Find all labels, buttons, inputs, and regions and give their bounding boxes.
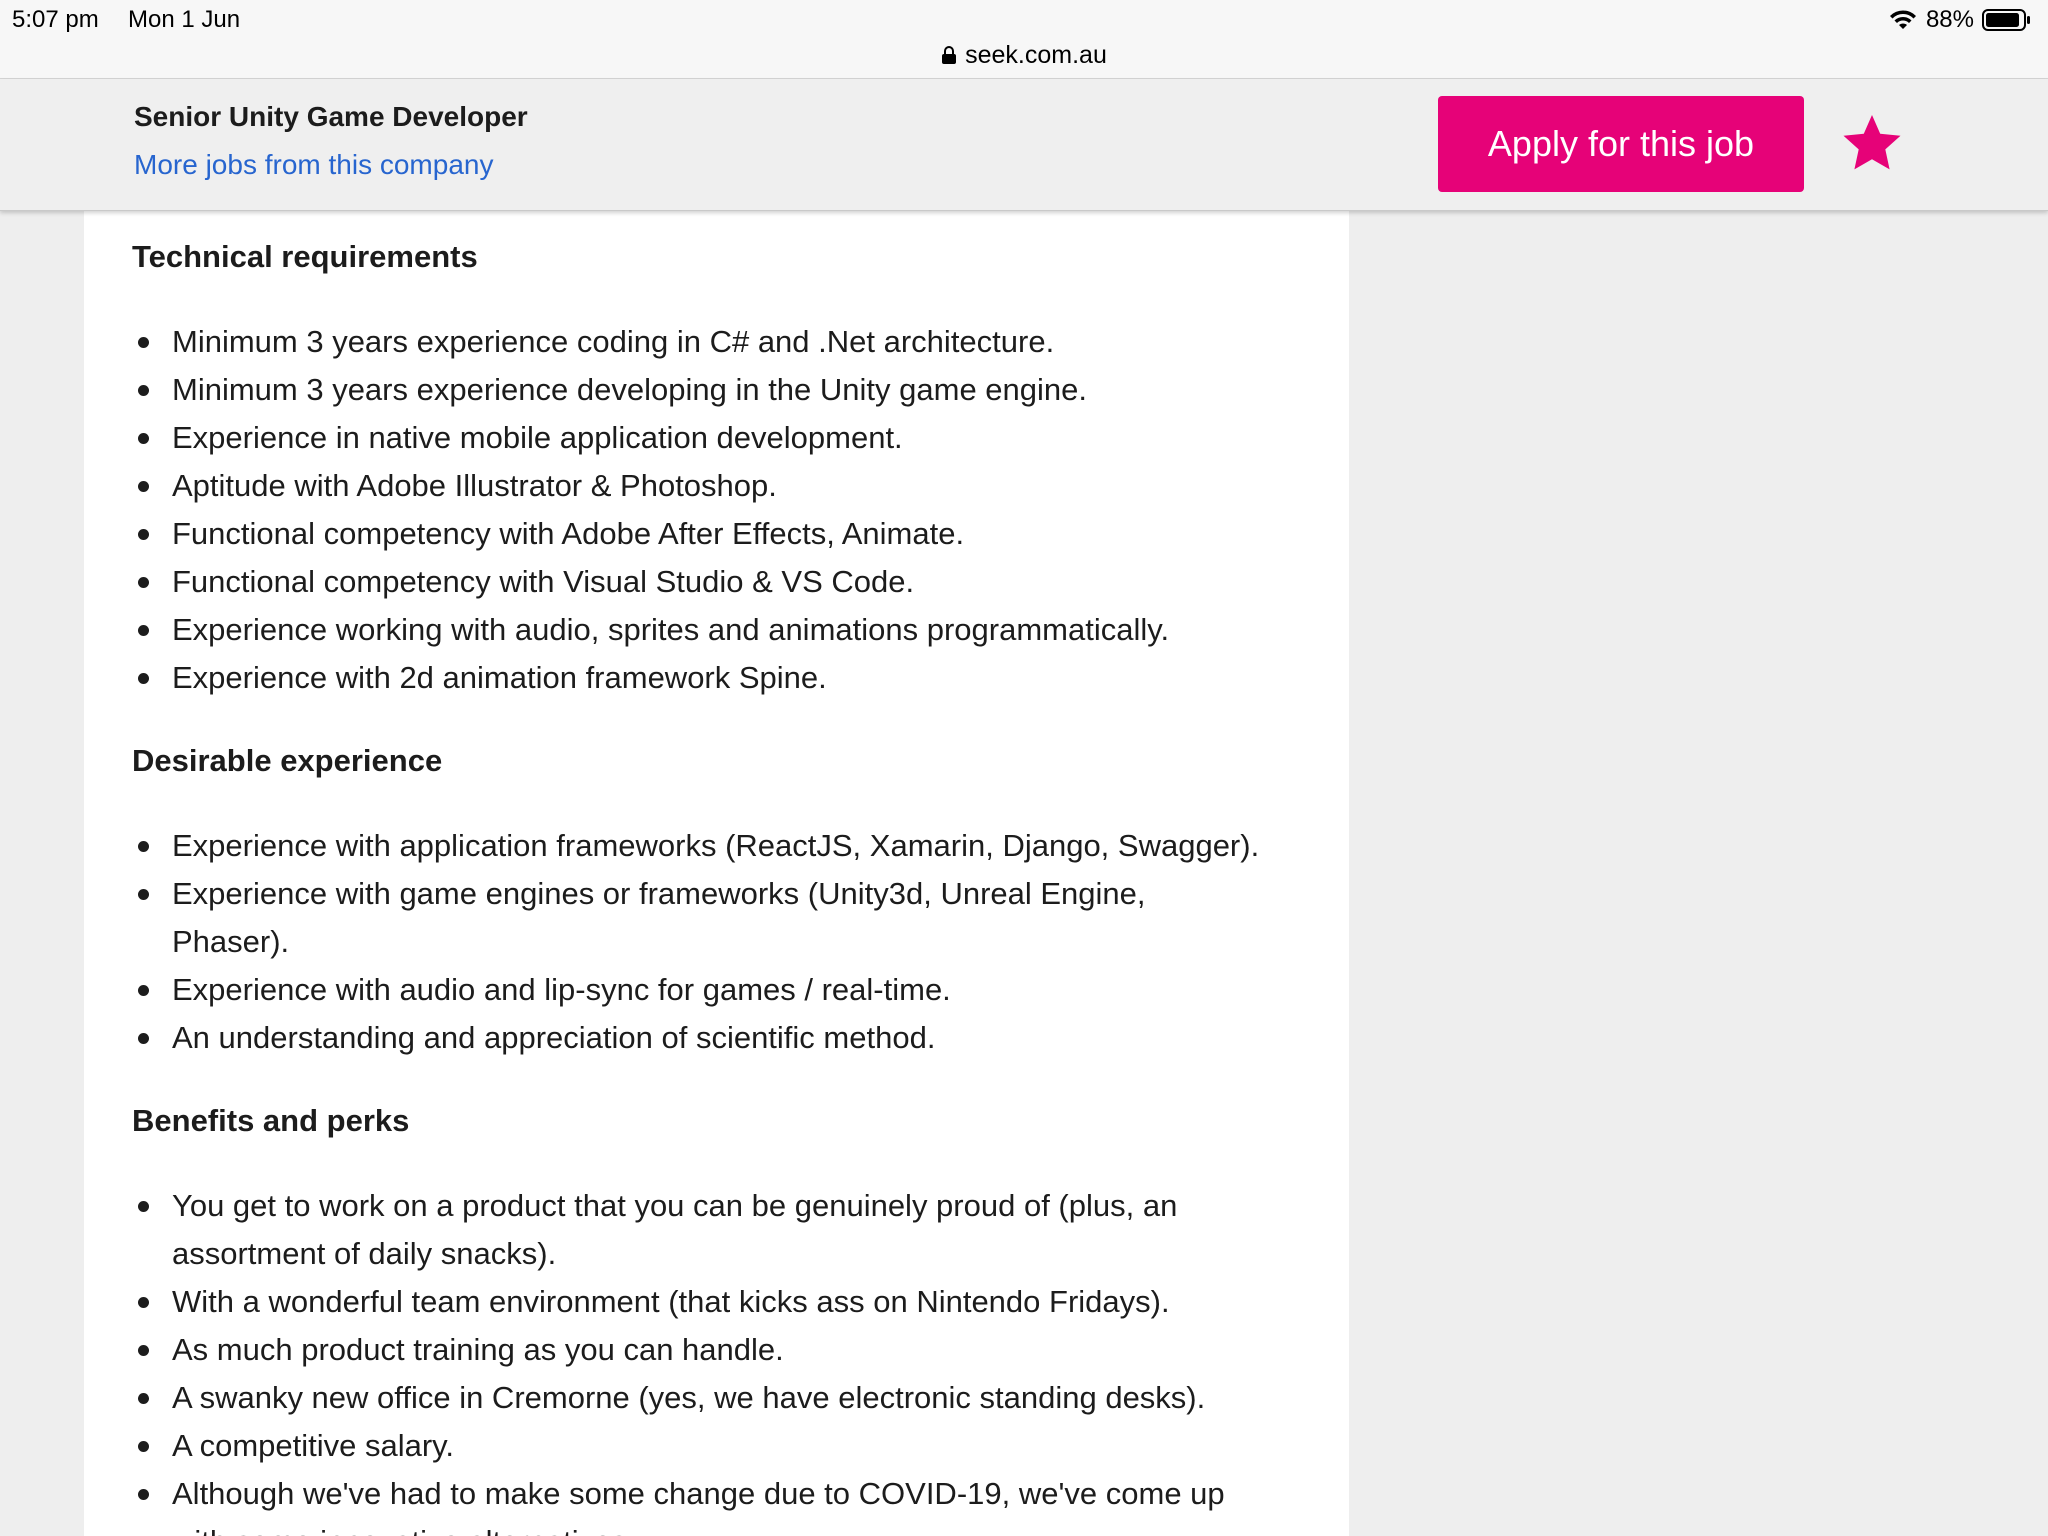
bullet-icon	[138, 985, 149, 996]
bullet-icon	[138, 529, 149, 540]
bullet-icon	[138, 577, 149, 588]
list-item: Experience in native mobile application …	[132, 414, 1332, 462]
status-date: Mon 1 Jun	[128, 6, 241, 33]
bullet-icon	[138, 1441, 149, 1452]
list-item: Experience working with audio, sprites a…	[132, 606, 1332, 654]
list-item: Aptitude with Adobe Illustrator & Photos…	[132, 462, 1332, 510]
save-job-star-icon[interactable]	[1840, 111, 1904, 175]
bullet-icon	[138, 625, 149, 636]
job-title: Senior Unity Game Developer	[134, 101, 528, 132]
bullet-icon	[138, 337, 149, 348]
list-item: An understanding and appreciation of sci…	[132, 1014, 1312, 1062]
section-title-benefits: Benefits and perks	[132, 1103, 410, 1138]
bullet-icon	[138, 481, 149, 492]
job-header: Senior Unity Game Developer More jobs fr…	[0, 79, 2048, 211]
list-item: Minimum 3 years experience developing in…	[132, 366, 1332, 414]
bullet-icon	[138, 1345, 149, 1356]
battery-percent: 88%	[1925, 6, 1974, 33]
status-time: 5:07 pm	[12, 6, 99, 33]
bullet-icon	[138, 433, 149, 444]
list-item: You get to work on a product that you ca…	[132, 1182, 1212, 1278]
section-title-technical: Technical requirements	[132, 239, 478, 274]
section-title-desirable: Desirable experience	[132, 743, 443, 778]
technical-requirements-list: Minimum 3 years experience coding in C# …	[132, 318, 1332, 702]
bullet-icon	[138, 1033, 149, 1044]
list-item: Experience with application frameworks (…	[132, 822, 1312, 870]
list-item: A swanky new office in Cremorne (yes, we…	[132, 1374, 1272, 1422]
url-text[interactable]: seek.com.au	[965, 41, 1107, 70]
lock-icon	[942, 46, 957, 64]
benefits-list: You get to work on a product that you ca…	[132, 1182, 1272, 1536]
list-item: Functional competency with Visual Studio…	[132, 558, 1332, 606]
bullet-icon	[138, 889, 149, 900]
bullet-icon	[138, 841, 149, 852]
list-item: Experience with audio and lip-sync for g…	[132, 966, 1312, 1014]
status-indicators: 88%	[1888, 6, 2032, 34]
wifi-icon	[1889, 10, 1916, 29]
bullet-icon	[138, 673, 149, 684]
list-item: Although we've had to make some change d…	[132, 1470, 1272, 1536]
more-jobs-link[interactable]: More jobs from this company	[134, 149, 493, 181]
list-item: Minimum 3 years experience coding in C# …	[132, 318, 1332, 366]
list-item: As much product training as you can hand…	[132, 1326, 1272, 1374]
desirable-experience-list: Experience with application frameworks (…	[132, 822, 1312, 1062]
status-bar: 5:07 pm Mon 1 Jun 88% seek.com.au	[0, 0, 2048, 79]
list-item: Functional competency with Adobe After E…	[132, 510, 1332, 558]
bullet-icon	[138, 1201, 149, 1212]
battery-icon	[1982, 9, 2030, 31]
address-bar[interactable]: seek.com.au	[0, 40, 2048, 70]
list-item: A competitive salary.	[132, 1422, 1272, 1470]
bullet-icon	[138, 1297, 149, 1308]
list-item: Experience with game engines or framewor…	[132, 870, 1172, 966]
bullet-icon	[138, 1393, 149, 1404]
apply-button[interactable]: Apply for this job	[1438, 96, 1804, 192]
bullet-icon	[138, 385, 149, 396]
list-item: With a wonderful team environment (that …	[132, 1278, 1272, 1326]
list-item: Experience with 2d animation framework S…	[132, 654, 1332, 702]
job-description-card: Technical requirements Minimum 3 years e…	[84, 211, 1349, 1536]
bullet-icon	[138, 1489, 149, 1500]
